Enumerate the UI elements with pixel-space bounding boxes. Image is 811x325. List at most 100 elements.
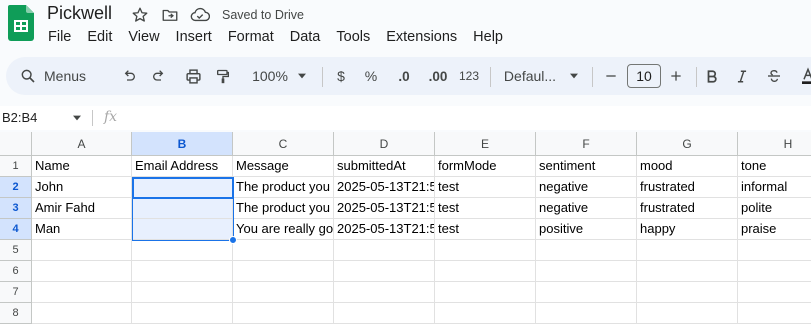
cell-h2[interactable]: informal — [738, 177, 811, 198]
cell-h7[interactable] — [738, 282, 811, 303]
cell-b6[interactable] — [132, 261, 233, 282]
cell-d6[interactable] — [334, 261, 435, 282]
column-header-h[interactable]: H — [738, 132, 811, 156]
column-header-g[interactable]: G — [637, 132, 738, 156]
cell-c8[interactable] — [233, 303, 334, 324]
text-color-icon[interactable] — [798, 57, 811, 95]
cell-g1[interactable]: mood — [637, 156, 738, 177]
column-header-f[interactable]: F — [536, 132, 637, 156]
cell-e8[interactable] — [435, 303, 536, 324]
number-format-button[interactable]: 123 — [458, 57, 480, 95]
row-header-2[interactable]: 2 — [0, 177, 32, 198]
cell-f5[interactable] — [536, 240, 637, 261]
cell-h3[interactable]: polite — [738, 198, 811, 219]
cell-a4[interactable]: Man — [32, 219, 132, 240]
cell-h8[interactable] — [738, 303, 811, 324]
column-header-e[interactable]: E — [435, 132, 536, 156]
column-header-b[interactable]: B — [132, 132, 233, 156]
percent-format-button[interactable]: % — [362, 57, 380, 95]
cell-g8[interactable] — [637, 303, 738, 324]
cell-f6[interactable] — [536, 261, 637, 282]
cell-f2[interactable]: negative — [536, 177, 637, 198]
cell-c3[interactable]: The product you — [233, 198, 334, 219]
cell-h5[interactable] — [738, 240, 811, 261]
menu-help[interactable]: Help — [473, 28, 503, 46]
menu-insert[interactable]: Insert — [176, 28, 212, 46]
cell-d8[interactable] — [334, 303, 435, 324]
menu-data[interactable]: Data — [290, 28, 321, 46]
cell-a5[interactable] — [32, 240, 132, 261]
cell-f8[interactable] — [536, 303, 637, 324]
column-header-c[interactable]: C — [233, 132, 334, 156]
cell-c6[interactable] — [233, 261, 334, 282]
cell-d7[interactable] — [334, 282, 435, 303]
plus-icon[interactable] — [666, 57, 686, 95]
decrease-decimal-button[interactable]: .0 — [392, 57, 416, 95]
cell-h6[interactable] — [738, 261, 811, 282]
cell-g4[interactable]: happy — [637, 219, 738, 240]
menus-search-button[interactable]: Menus — [14, 57, 110, 95]
row-header-1[interactable]: 1 — [0, 156, 32, 177]
paint-format-icon[interactable] — [212, 57, 234, 95]
cell-f4[interactable]: positive — [536, 219, 637, 240]
cell-a1[interactable]: Name — [32, 156, 132, 177]
cell-f3[interactable]: negative — [536, 198, 637, 219]
strikethrough-icon[interactable] — [764, 57, 784, 95]
cell-a2[interactable]: John — [32, 177, 132, 198]
cell-b7[interactable] — [132, 282, 233, 303]
cell-h1[interactable]: tone — [738, 156, 811, 177]
cell-c4[interactable]: You are really go — [233, 219, 334, 240]
cell-d4[interactable]: 2025-05-13T21:5 — [334, 219, 435, 240]
cell-a7[interactable] — [32, 282, 132, 303]
column-header-a[interactable]: A — [32, 132, 132, 156]
chevron-down-icon[interactable] — [73, 115, 81, 121]
cloud-saved-icon[interactable] — [190, 5, 210, 25]
currency-format-button[interactable]: $ — [332, 57, 350, 95]
cell-f7[interactable] — [536, 282, 637, 303]
font-select[interactable]: Defaul... — [500, 57, 582, 95]
cell-e1[interactable]: formMode — [435, 156, 536, 177]
cell-d1[interactable]: submittedAt — [334, 156, 435, 177]
minus-icon[interactable] — [601, 57, 621, 95]
fill-handle[interactable] — [229, 236, 237, 244]
document-title[interactable]: Pickwell — [47, 3, 112, 24]
cell-g3[interactable]: frustrated — [637, 198, 738, 219]
row-header-5[interactable]: 5 — [0, 240, 32, 261]
row-header-6[interactable]: 6 — [0, 261, 32, 282]
select-all-corner[interactable] — [0, 132, 32, 156]
cell-c7[interactable] — [233, 282, 334, 303]
cell-g6[interactable] — [637, 261, 738, 282]
menu-file[interactable]: File — [48, 28, 71, 46]
redo-icon[interactable] — [148, 57, 170, 95]
font-size-input[interactable]: 10 — [627, 64, 661, 88]
cell-e3[interactable]: test — [435, 198, 536, 219]
cell-b1[interactable]: Email Address — [132, 156, 233, 177]
cell-d5[interactable] — [334, 240, 435, 261]
name-box[interactable]: B2:B4 — [2, 110, 37, 125]
cell-e2[interactable]: test — [435, 177, 536, 198]
cell-h4[interactable]: praise — [738, 219, 811, 240]
cell-e5[interactable] — [435, 240, 536, 261]
menu-view[interactable]: View — [128, 28, 159, 46]
zoom-select[interactable]: 100% — [246, 57, 312, 95]
row-header-8[interactable]: 8 — [0, 303, 32, 324]
cell-b2[interactable] — [132, 177, 233, 198]
row-header-4[interactable]: 4 — [0, 219, 32, 240]
cell-c2[interactable]: The product you — [233, 177, 334, 198]
star-icon[interactable] — [130, 5, 150, 25]
cell-a3[interactable]: Amir Fahd — [32, 198, 132, 219]
increase-decimal-button[interactable]: .00 — [424, 57, 452, 95]
column-header-d[interactable]: D — [334, 132, 435, 156]
print-icon[interactable] — [182, 57, 204, 95]
undo-icon[interactable] — [118, 57, 140, 95]
menu-tools[interactable]: Tools — [336, 28, 370, 46]
cell-b4[interactable] — [132, 219, 233, 240]
cell-b5[interactable] — [132, 240, 233, 261]
cell-c5[interactable] — [233, 240, 334, 261]
cell-a6[interactable] — [32, 261, 132, 282]
cell-d2[interactable]: 2025-05-13T21:5 — [334, 177, 435, 198]
cell-e6[interactable] — [435, 261, 536, 282]
cell-f1[interactable]: sentiment — [536, 156, 637, 177]
cell-d3[interactable]: 2025-05-13T21:5 — [334, 198, 435, 219]
row-header-3[interactable]: 3 — [0, 198, 32, 219]
